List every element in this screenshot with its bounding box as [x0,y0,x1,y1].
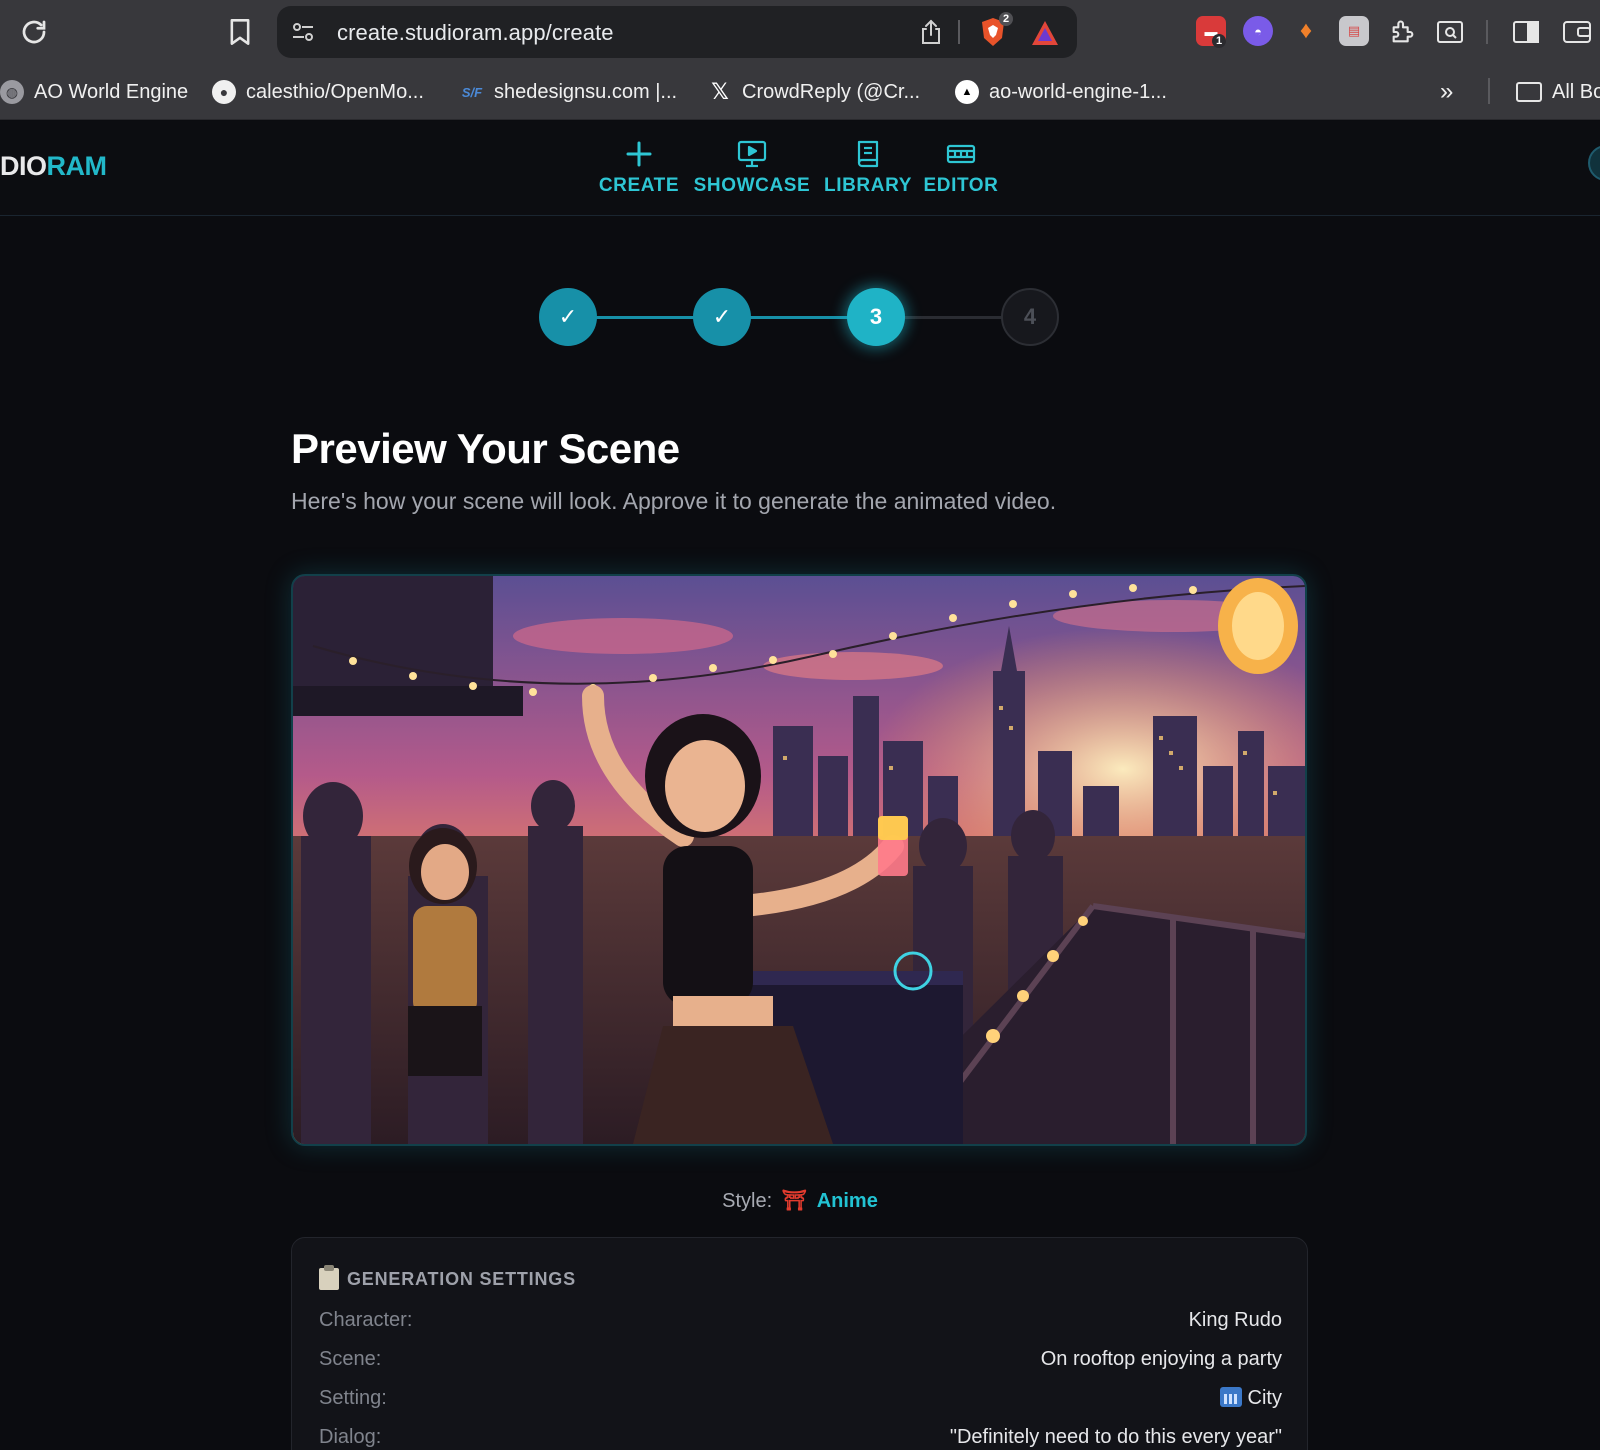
setting-value: King Rudo [1188,1309,1282,1331]
brave-rewards-icon[interactable] [1029,17,1061,49]
setting-key: Character: [319,1309,413,1331]
app-header: DIORAM CREATE SHOWCASE LIBRARY EDITOR [0,121,1600,216]
x-logo-icon: 𝕏 [711,79,729,104]
more-bookmarks-button[interactable]: » [1440,76,1453,108]
settings-heading-text: GENERATION SETTINGS [347,1268,576,1289]
sidebar-toggle-icon[interactable] [1510,16,1542,48]
logo-part-1: DIO [0,151,47,181]
setting-value: "Definitely need to do this every year" [949,1426,1282,1448]
step-connector-2 [750,316,848,319]
github-icon: ● [212,80,236,104]
bookmark-label: shedesignsu.com |... [494,80,678,103]
extension-purple-icon[interactable]: ◓ [1243,16,1273,46]
check-icon: ✓ [712,304,732,329]
torii-gate-icon: ⛩ [781,1190,808,1212]
all-bookmarks-label: All Bo [1552,80,1600,103]
generation-settings-card: GENERATION SETTINGS Character: King Rudo… [291,1237,1308,1450]
city-icon [1219,1387,1242,1407]
film-strip-icon [946,137,976,171]
scene-preview-image [291,574,1307,1146]
bookmark-label: calesthio/OpenMo... [246,80,424,103]
step-1-complete: ✓ [539,288,597,346]
nav-showcase[interactable]: SHOWCASE [692,137,812,197]
page-title: Preview Your Scene [291,425,680,472]
page-subtitle: Here's how your scene will look. Approve… [291,488,1057,514]
setting-value: On rooftop enjoying a party [1040,1348,1282,1370]
settings-heading: GENERATION SETTINGS [319,1265,576,1290]
bookmark-github[interactable]: ● calesthio/OpenMo... [212,76,424,108]
bookmarks-divider [1488,78,1490,104]
step-3-current: 3 [847,288,905,346]
nav-library-label: LIBRARY [824,175,912,196]
style-label: Style: [722,1190,773,1212]
setting-row-scene: Scene: On rooftop enjoying a party [319,1348,1282,1378]
setting-row-character: Character: King Rudo [319,1309,1282,1339]
bookmark-label: ao-world-engine-1... [989,80,1167,103]
setting-row-setting: Setting: City [319,1387,1282,1417]
setting-value: City [1247,1387,1282,1409]
setting-row-dialog: Dialog: "Definitely need to do this ever… [319,1426,1282,1450]
clipboard-icon [319,1265,339,1290]
nav-library[interactable]: LIBRARY [822,137,914,197]
extension-badge: 1 [1212,34,1227,48]
step-4-pending: 4 [1001,288,1059,346]
metamask-fox-icon[interactable]: ♦ [1291,16,1321,46]
step-number: 4 [1023,304,1037,329]
tab-search-icon[interactable] [1434,16,1466,48]
url-divider [958,20,960,44]
all-bookmarks-button[interactable]: All Bo [1516,76,1600,108]
book-icon [856,137,880,171]
app-logo[interactable]: DIORAM [0,151,107,182]
setting-key: Dialog: [319,1426,382,1448]
folder-icon [1516,82,1542,102]
reload-icon[interactable] [16,14,52,50]
step-2-complete: ✓ [693,288,751,346]
bookmark-shedesignsu[interactable]: S/F shedesignsu.com |... [460,76,677,108]
plus-icon [625,137,653,171]
setting-key: Setting: [319,1387,387,1409]
nav-editor[interactable]: EDITOR [920,137,1002,197]
bookmark-ao-world-engine[interactable]: ◍ AO World Engine [0,76,188,108]
toolbar-divider [1486,20,1488,44]
nav-editor-label: EDITOR [923,175,999,196]
check-icon: ✓ [558,304,578,329]
step-connector-3 [904,316,1002,319]
address-bar[interactable]: create.studioram.app/create 2 [277,6,1077,58]
chevron-double-right-icon: » [1440,78,1454,105]
nav-showcase-label: SHOWCASE [693,175,811,196]
globe-icon: ◍ [0,80,24,104]
url-text[interactable]: create.studioram.app/create [337,20,614,46]
setting-value-wrap: City [1219,1387,1282,1410]
style-indicator: Style: ⛩ Anime [0,1188,1600,1213]
browser-toolbar: create.studioram.app/create 2 ▬ 1 ◓ ♦ ▤ [0,0,1600,64]
step-number: 3 [869,304,883,329]
bookmark-label: CrowdReply (@Cr... [742,80,921,103]
extension-window-icon[interactable]: ▤ [1339,16,1369,46]
site-settings-icon[interactable] [289,18,317,46]
step-connector-1 [596,316,694,319]
sf-logo-icon: S/F [461,84,483,100]
shield-count-badge: 2 [999,12,1014,26]
extensions-puzzle-icon[interactable] [1387,16,1419,48]
nav-create[interactable]: CREATE [598,137,680,197]
logo-part-2: RAM [46,151,108,181]
bookmark-label: AO World Engine [34,80,189,103]
vercel-triangle-icon: ▲ [955,80,979,104]
wallet-icon[interactable] [1560,16,1594,48]
monitor-play-icon [737,137,767,171]
nav-create-label: CREATE [598,175,680,196]
bookmark-crowdreply[interactable]: 𝕏 CrowdReply (@Cr... [708,76,920,108]
setting-key: Scene: [319,1348,382,1370]
bookmark-ao-world-engine-1[interactable]: ▲ ao-world-engine-1... [955,76,1167,108]
share-icon[interactable] [917,18,945,46]
style-value: Anime [816,1190,878,1212]
bookmark-icon[interactable] [222,14,258,50]
